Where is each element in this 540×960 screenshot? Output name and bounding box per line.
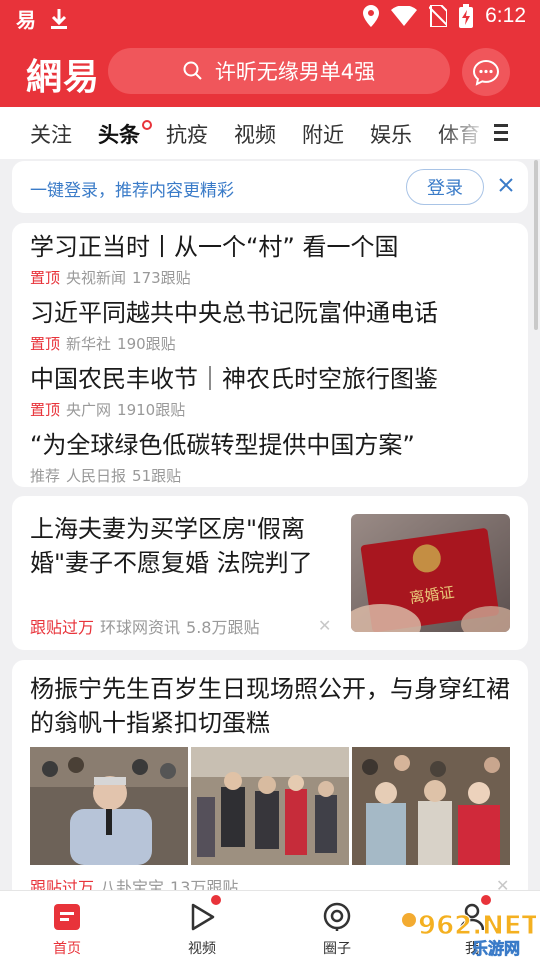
news-source: 环球网资讯 — [100, 618, 181, 637]
news-meta: 置顶 新华社 190跟贴 — [30, 333, 438, 354]
tab-nearby[interactable]: 附近 — [302, 119, 344, 149]
news-title: 习近平同越共中央总书记阮富仲通电话 — [30, 299, 438, 327]
news-title: 上海夫妻为买学区房"假离婚"妻子不愿复婚 法院判了 — [30, 515, 313, 577]
tab-video[interactable]: 视频 — [234, 119, 276, 149]
news-card[interactable]: 上海夫妻为买学区房"假离婚"妻子不愿复婚 法院判了 跟贴过万 环球网资讯 5.8万跟… — [12, 496, 528, 650]
news-image-row — [30, 747, 510, 865]
dismiss-icon[interactable]: ✕ — [318, 616, 331, 635]
comment-count: 51跟贴 — [132, 467, 182, 485]
play-icon — [191, 903, 215, 931]
location-icon — [363, 5, 380, 27]
list-item[interactable]: 学习正当时丨从一个“村” 看一个国 置顶 央视新闻 173跟贴 — [30, 227, 399, 288]
nav-label: 圈子 — [323, 941, 351, 957]
tabs-fade-overlay — [440, 107, 490, 159]
news-thumbnail: 离婚证 — [351, 514, 510, 632]
news-title: 中国农民丰收节｜神农氏时空旅行图鉴 — [30, 365, 438, 393]
news-source: 新华社 — [66, 335, 112, 353]
download-icon — [51, 8, 67, 29]
pinned-tag: 置顶 — [30, 401, 61, 419]
comment-count: 173跟贴 — [132, 269, 191, 287]
news-meta: 推荐 人民日报 51跟贴 — [30, 465, 415, 486]
close-icon[interactable] — [496, 175, 516, 195]
recommend-tag: 推荐 — [30, 467, 61, 485]
comment-count: 5.8万跟贴 — [186, 618, 260, 637]
top-news-card: 学习正当时丨从一个“村” 看一个国 置顶 央视新闻 173跟贴 习近平同越共中央总书… — [12, 223, 528, 487]
news-photo — [352, 747, 510, 865]
nav-label: 首页 — [53, 941, 81, 957]
list-item[interactable]: 中国农民丰收节｜神农氏时空旅行图鉴 置顶 央广网 1910跟贴 — [30, 359, 438, 420]
login-button[interactable]: 登录 — [406, 169, 484, 205]
channel-menu-icon[interactable] — [494, 124, 512, 142]
battery-charging-icon — [459, 4, 474, 28]
tab-new-indicator — [142, 120, 152, 130]
me-new-badge — [481, 895, 491, 905]
hot-comments-tag: 跟贴过万 — [30, 618, 95, 637]
app-header: 易 6:12 網易 许昕无缘男单4强 — [0, 0, 540, 107]
news-card[interactable]: 杨振宁先生百岁生日现场照公开，与身穿红裙的翁帆十指紧扣切蛋糕 跟贴过万 八卦宝宝… — [12, 660, 528, 900]
login-prompt-text: 一键登录，推荐内容更精彩 — [30, 181, 234, 201]
chat-bubble-icon — [472, 59, 500, 86]
list-item[interactable]: “为全球绿色低碳转型提供中国方案” 推荐 人民日报 51跟贴 — [30, 425, 415, 486]
login-prompt: 一键登录，推荐内容更精彩 登录 — [12, 161, 528, 213]
search-icon — [183, 61, 202, 80]
comment-count: 190跟贴 — [117, 335, 176, 353]
tab-anti-epidemic[interactable]: 抗疫 — [166, 119, 208, 149]
news-title: “为全球绿色低碳转型提供中国方案” — [30, 431, 415, 459]
news-meta: 置顶 央视新闻 173跟贴 — [30, 267, 399, 288]
watermark-site-name: 乐游网 — [472, 939, 520, 958]
news-photo — [30, 747, 188, 865]
search-bar[interactable]: 许昕无缘男单4强 — [108, 48, 450, 94]
pinned-tag: 置顶 — [30, 269, 61, 287]
scrollbar[interactable] — [534, 160, 538, 330]
wifi-icon — [391, 6, 418, 26]
news-photo — [191, 747, 349, 865]
news-source: 央视新闻 — [66, 269, 127, 287]
watermark-brand: 962.NET — [418, 911, 536, 941]
list-item[interactable]: 习近平同越共中央总书记阮富仲通电话 置顶 新华社 190跟贴 — [30, 293, 438, 354]
site-watermark: 962.NET 乐游网 — [400, 906, 540, 958]
circle-community-icon — [323, 902, 351, 931]
news-title: 学习正当时丨从一个“村” 看一个国 — [30, 233, 399, 261]
news-source: 央广网 — [66, 401, 112, 419]
news-meta: 置顶 央广网 1910跟贴 — [30, 399, 438, 420]
tab-follow[interactable]: 关注 — [30, 119, 72, 149]
pinned-tag: 置顶 — [30, 335, 61, 353]
video-new-badge — [211, 895, 221, 905]
nav-home[interactable]: 首页 — [27, 901, 107, 958]
message-button[interactable] — [462, 48, 510, 96]
news-title: 杨振宁先生百岁生日现场照公开，与身穿红裙的翁帆十指紧扣切蛋糕 — [30, 675, 510, 737]
tab-headlines[interactable]: 头条 — [98, 119, 140, 149]
netease-app-icon: 易 — [16, 8, 36, 32]
status-bar: 易 6:12 — [0, 0, 540, 36]
clock: 6:12 — [485, 4, 526, 27]
tab-entertainment[interactable]: 娱乐 — [370, 119, 412, 149]
no-sim-icon — [429, 5, 448, 27]
netease-logo[interactable]: 網易 — [26, 48, 100, 100]
nav-label: 视频 — [188, 941, 216, 957]
search-hot-word: 许昕无缘男单4强 — [214, 60, 376, 84]
home-news-icon — [54, 904, 80, 930]
comment-count: 1910跟贴 — [117, 401, 186, 419]
news-meta: 跟贴过万 环球网资讯 5.8万跟贴 — [30, 614, 259, 638]
nav-circle[interactable]: 圈子 — [297, 901, 377, 958]
news-source: 人民日报 — [66, 467, 127, 485]
nav-video[interactable]: 视频 — [162, 901, 242, 958]
